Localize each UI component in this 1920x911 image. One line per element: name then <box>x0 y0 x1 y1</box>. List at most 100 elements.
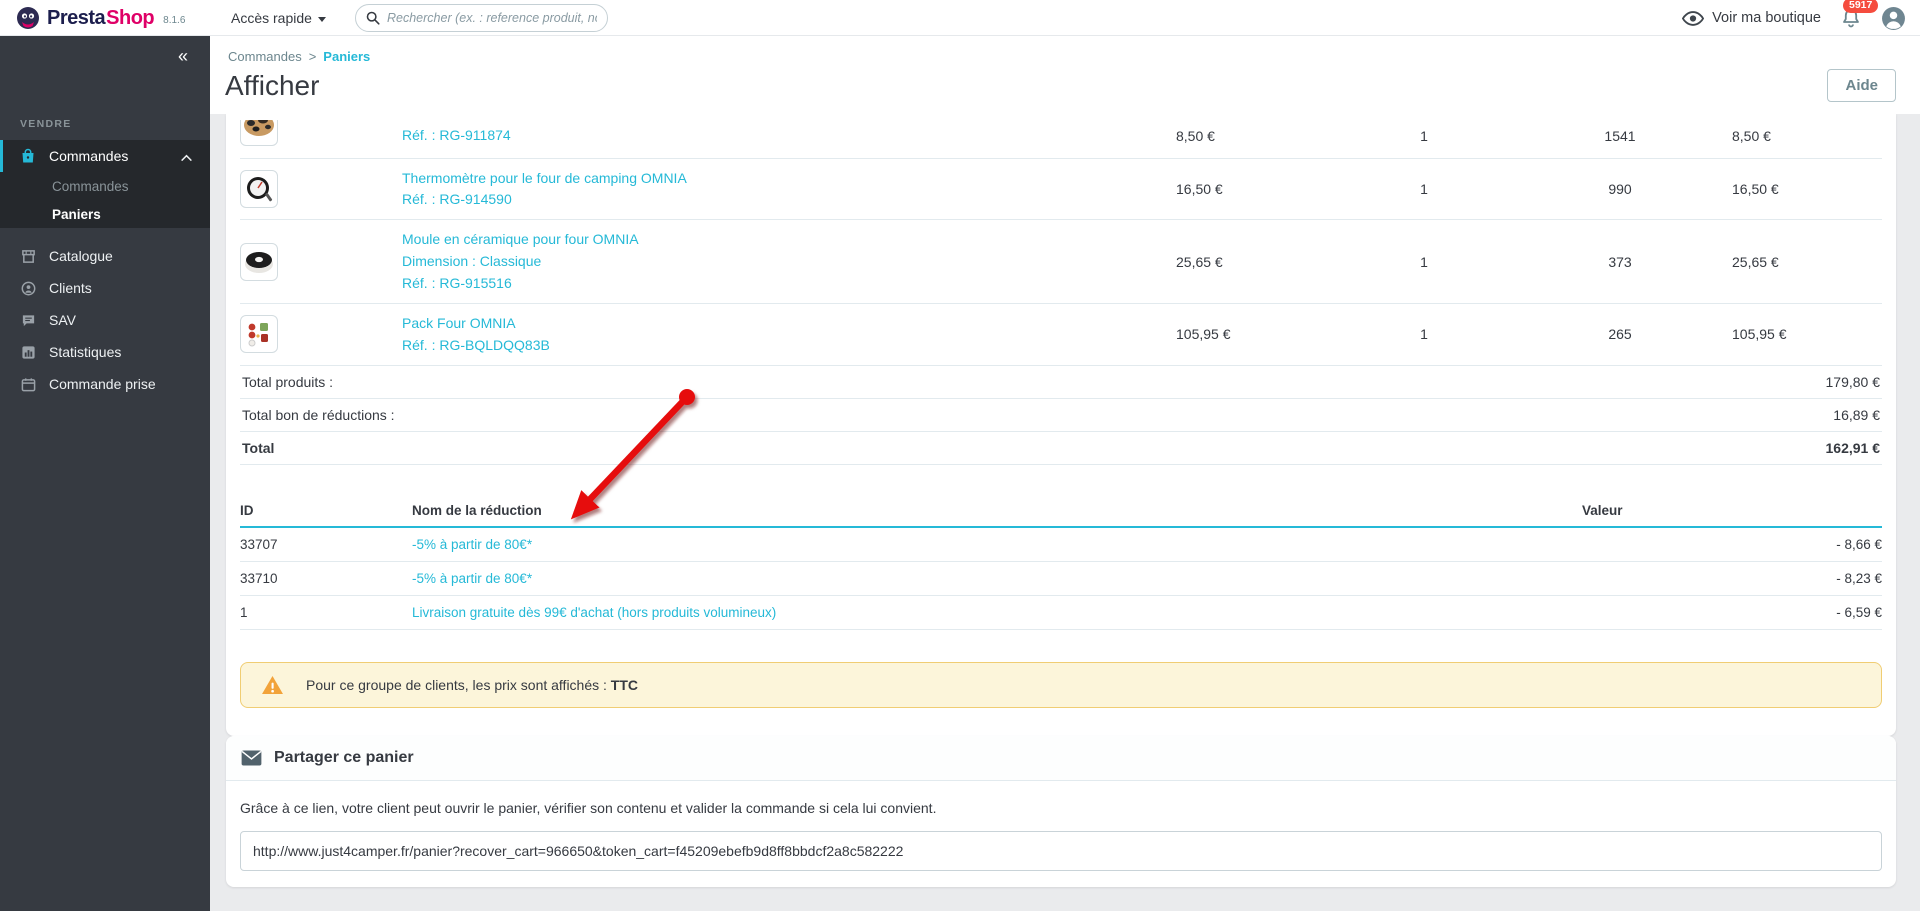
notifications-button[interactable]: 5917 <box>1841 0 1879 33</box>
table-row: 33710 -5% à partir de 80€* - 8,23 € <box>240 561 1882 596</box>
product-qty: 1 <box>1340 219 1508 304</box>
product-price: 25,65 € <box>1176 219 1340 304</box>
brand-shop: Shop <box>106 6 155 29</box>
product-total: 16,50 € <box>1732 158 1882 221</box>
reduction-value: - 6,59 € <box>1582 595 1882 630</box>
sidebar-item-catalogue[interactable]: Catalogue <box>0 240 210 272</box>
search-icon <box>366 11 380 25</box>
notifications-count-badge: 5917 <box>1843 0 1879 14</box>
total-label: Total bon de réductions : <box>242 406 395 423</box>
page-title: Afficher <box>225 70 320 101</box>
product-qty: 1 <box>1340 114 1508 159</box>
product-thumbnail <box>240 169 278 208</box>
product-price: 8,50 € <box>1176 114 1340 159</box>
eye-icon <box>1682 10 1705 26</box>
product-name-link[interactable]: Moule en céramique pour four OMNIA <box>402 230 1176 249</box>
reduction-value: - 8,66 € <box>1582 526 1882 562</box>
product-total: 25,65 € <box>1732 219 1882 304</box>
avatar-icon <box>1882 6 1905 30</box>
total-value: 179,80 € <box>1825 373 1881 390</box>
cart-summary-card: Réf. : RG-911874 8,50 € 1 1541 8,50 € Th… <box>226 114 1896 736</box>
main-content: Réf. : RG-911874 8,50 € 1 1541 8,50 € Th… <box>210 114 1920 911</box>
product-price: 16,50 € <box>1176 158 1340 221</box>
sidebar-item-sav[interactable]: SAV <box>0 304 210 336</box>
breadcrumb-separator: > <box>308 49 317 64</box>
bar-chart-icon <box>20 344 36 360</box>
product-stock: 373 <box>1508 219 1732 304</box>
shopping-bag-icon <box>20 148 36 164</box>
share-cart-body: Grâce à ce lien, votre client peut ouvri… <box>226 781 1896 887</box>
product-name-link[interactable]: Pack Four OMNIA <box>402 314 1176 333</box>
share-cart-card: Partager ce panier Grâce à ce lien, votr… <box>226 736 1896 887</box>
total-vouchers-row: Total bon de réductions : 16,89 € <box>240 399 1882 432</box>
table-header-row: ID Nom de la réduction Valeur <box>240 496 1882 528</box>
table-row: Moule en céramique pour four OMNIA Dimen… <box>240 219 1882 304</box>
ttc-warning-alert: Pour ce groupe de clients, les prix sont… <box>240 661 1882 708</box>
sidebar-item-statistiques[interactable]: Statistiques <box>0 336 210 368</box>
sidebar-item-label: Catalogue <box>49 248 113 264</box>
chat-bubble-icon <box>20 312 36 328</box>
reduction-name-link[interactable]: -5% à partir de 80€* <box>412 526 1582 562</box>
product-ref-link[interactable]: Réf. : RG-BQLDQQ83B <box>402 336 1176 355</box>
reduction-value: - 8,23 € <box>1582 561 1882 596</box>
search-input[interactable] <box>387 11 597 25</box>
share-cart-url-input[interactable] <box>240 831 1882 871</box>
collapse-label: « <box>177 45 188 66</box>
column-header-value: Valeur <box>1582 496 1882 528</box>
product-ref-link[interactable]: Réf. : RG-915516 <box>402 274 1176 293</box>
table-row: Thermomètre pour le four de camping OMNI… <box>240 158 1882 221</box>
total-label: Total produits : <box>242 373 334 390</box>
table-row: Réf. : RG-911874 8,50 € 1 1541 8,50 € <box>240 114 1882 159</box>
sidebar-item-commande-prise[interactable]: Commande prise <box>0 368 210 400</box>
breadcrumb: Commandes > Paniers <box>228 49 370 64</box>
prestashop-logo: Presta Shop 8.1.6 <box>16 0 185 36</box>
sidebar-item-clients[interactable]: Clients <box>0 272 210 304</box>
prestashop-mascot-icon <box>17 7 39 29</box>
sidebar-subitem-commandes[interactable]: Commandes <box>0 172 210 200</box>
product-variant-link[interactable]: Dimension : Classique <box>402 252 1176 271</box>
total-value: 162,91 € <box>1825 439 1881 456</box>
sidebar-commandes-block: Commandes Commandes Paniers <box>0 140 210 228</box>
cart-products-table: Réf. : RG-911874 8,50 € 1 1541 8,50 € Th… <box>240 114 1882 366</box>
product-stock: 990 <box>1508 158 1732 221</box>
table-row: Pack Four OMNIA Réf. : RG-BQLDQQ83B 105,… <box>240 303 1882 366</box>
product-thumbnail <box>240 119 278 146</box>
sidebar-collapse-button[interactable]: « <box>0 36 210 76</box>
sidebar-item-commandes[interactable]: Commandes <box>0 140 210 172</box>
view-shop-link[interactable]: Voir ma boutique <box>1682 10 1821 26</box>
envelope-icon <box>241 750 262 766</box>
person-icon <box>20 280 36 296</box>
product-thumbnail <box>240 242 278 281</box>
sidebar-item-label: Commande prise <box>49 376 156 392</box>
breadcrumb-commandes[interactable]: Commandes <box>228 49 302 64</box>
sidebar-subitem-paniers[interactable]: Paniers <box>0 200 210 228</box>
breadcrumb-paniers[interactable]: Paniers <box>323 49 370 64</box>
product-total: 105,95 € <box>1732 303 1882 366</box>
store-icon <box>20 248 36 264</box>
reduction-name-link[interactable]: Livraison gratuite dès 99€ d'achat (hors… <box>412 595 1582 630</box>
sidebar-item-label: SAV <box>49 312 76 328</box>
product-name-link[interactable]: Thermomètre pour le four de camping OMNI… <box>402 169 1176 188</box>
column-header-id: ID <box>240 496 412 528</box>
reduction-id: 33710 <box>240 561 412 596</box>
help-button[interactable]: Aide <box>1827 69 1896 102</box>
share-cart-header: Partager ce panier <box>226 736 1896 781</box>
total-value: 16,89 € <box>1833 406 1880 423</box>
table-row: 1 Livraison gratuite dès 99€ d'achat (ho… <box>240 595 1882 630</box>
reduction-name-link[interactable]: -5% à partir de 80€* <box>412 561 1582 596</box>
profile-menu[interactable] <box>1881 6 1906 31</box>
sidebar: « VENDRE Commandes Commandes Paniers Cat… <box>0 36 210 911</box>
warning-triangle-icon <box>262 675 283 694</box>
quick-access-label: Accès rapide <box>231 10 312 26</box>
reductions-table: ID Nom de la réduction Valeur 33707 -5% … <box>240 496 1882 630</box>
product-ref-link[interactable]: Réf. : RG-911874 <box>402 126 1176 145</box>
topbar-right: Voir ma boutique 5917 <box>1682 0 1906 36</box>
quick-access-menu[interactable]: Accès rapide <box>231 0 326 36</box>
calendar-icon <box>20 376 36 392</box>
product-qty: 1 <box>1340 303 1508 366</box>
view-shop-label: Voir ma boutique <box>1712 10 1821 26</box>
share-cart-description: Grâce à ce lien, votre client peut ouvri… <box>240 800 937 816</box>
product-ref-link[interactable]: Réf. : RG-914590 <box>402 190 1176 209</box>
product-stock: 265 <box>1508 303 1732 366</box>
product-qty: 1 <box>1340 158 1508 221</box>
